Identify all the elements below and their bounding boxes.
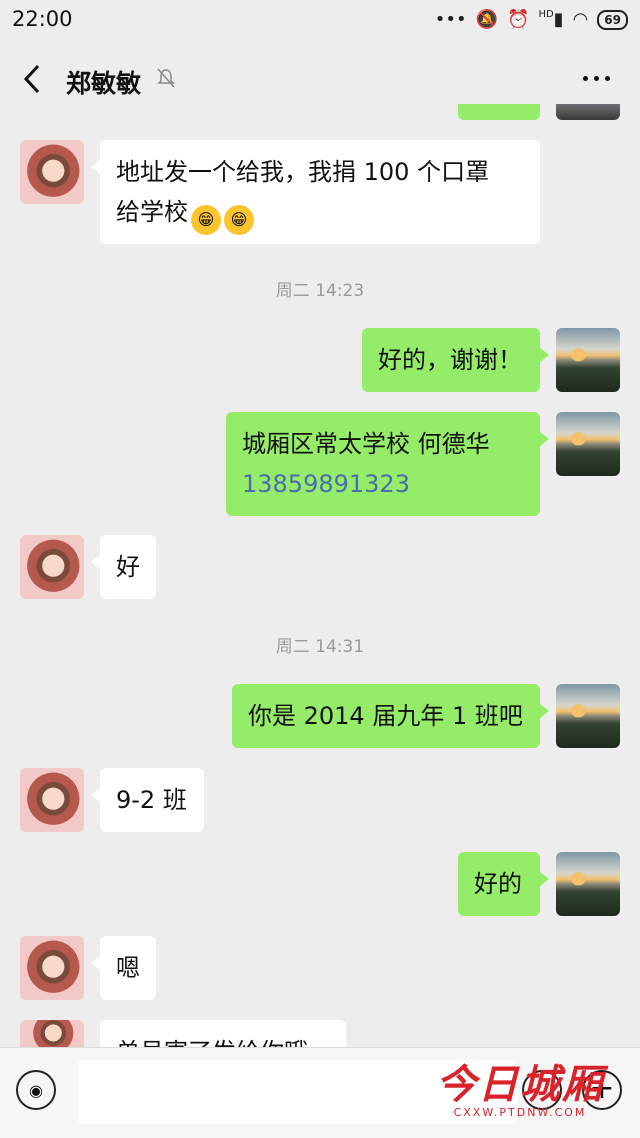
- message-text: 城厢区常太学校 何德华: [242, 430, 490, 458]
- watermark-logo: 今日城厢 CXXW.PTDNW.COM: [410, 1052, 630, 1119]
- grin-emoji-icon: 😁: [224, 205, 254, 235]
- outgoing-message[interactable]: 城厢区常太学校 何德华 13859891323: [226, 412, 549, 516]
- contact-avatar[interactable]: [20, 140, 84, 204]
- muted-bell-icon: [157, 68, 175, 88]
- incoming-message[interactable]: 嗯: [91, 936, 156, 1000]
- alarm-icon: ⏰: [507, 9, 530, 30]
- message-text: 单号寄了发给你哦: [116, 1038, 308, 1047]
- grin-emoji-icon: 😁: [191, 205, 221, 235]
- message-text: 好的: [474, 870, 522, 898]
- partial-avatar: [556, 104, 620, 120]
- wifi-icon: ◠: [572, 9, 589, 30]
- notification-dots-icon: •••: [434, 9, 467, 30]
- outgoing-message[interactable]: 你是 2014 届九年 1 班吧: [232, 684, 549, 748]
- contact-avatar[interactable]: [20, 768, 84, 832]
- chat-timestamp: 周二 14:23: [275, 281, 365, 301]
- message-text: 给学校 😁 😁: [116, 192, 524, 235]
- incoming-message[interactable]: 单号寄了发给你哦: [100, 1020, 346, 1047]
- signal-icon: HD▮: [538, 9, 564, 30]
- message-text: 好的，谢谢！: [378, 346, 522, 374]
- back-arrow-icon[interactable]: [18, 62, 48, 96]
- status-icons: ••• 🔕 ⏰ HD▮ ◠ 69: [435, 9, 628, 30]
- watermark-title: 今日城厢: [436, 1061, 604, 1108]
- chat-timestamp: 周二 14:31: [275, 637, 365, 657]
- contact-avatar[interactable]: [20, 1020, 84, 1047]
- chat-header: 郑敏敏: [0, 42, 640, 118]
- incoming-message[interactable]: 地址发一个给我，我捐 100 个口罩 给学校 😁 😁: [91, 140, 540, 244]
- outgoing-message[interactable]: 好的，谢谢！: [362, 328, 549, 392]
- incoming-message[interactable]: 9-2 班: [91, 768, 204, 832]
- incoming-message[interactable]: 好: [91, 535, 156, 599]
- message-text: 你是 2014 届九年 1 班吧: [248, 702, 523, 730]
- contact-avatar[interactable]: [20, 936, 84, 1000]
- message-text: 地址发一个给我，我捐 100 个口罩: [116, 158, 490, 186]
- mute-icon: 🔕: [475, 9, 499, 30]
- chat-title: 郑敏敏: [66, 69, 142, 98]
- voice-input-icon[interactable]: ◉: [16, 1070, 56, 1110]
- more-dots-icon[interactable]: [583, 76, 610, 81]
- partial-outgoing-bubble: [458, 104, 540, 120]
- outgoing-message[interactable]: 好的: [458, 852, 549, 916]
- message-text: 9-2 班: [116, 786, 187, 814]
- battery-icon: 69: [597, 9, 628, 30]
- message-text: 好: [116, 553, 140, 581]
- my-avatar[interactable]: [556, 412, 620, 476]
- phone-number-link[interactable]: 13859891323: [242, 464, 524, 504]
- my-avatar[interactable]: [556, 328, 620, 392]
- my-avatar[interactable]: [556, 852, 620, 916]
- status-bar: 22:00 ••• 🔕 ⏰ HD▮ ◠ 69: [0, 0, 640, 42]
- my-avatar[interactable]: [556, 684, 620, 748]
- contact-avatar[interactable]: [20, 535, 84, 599]
- message-text: 嗯: [116, 954, 140, 982]
- status-time: 22:00: [12, 7, 73, 31]
